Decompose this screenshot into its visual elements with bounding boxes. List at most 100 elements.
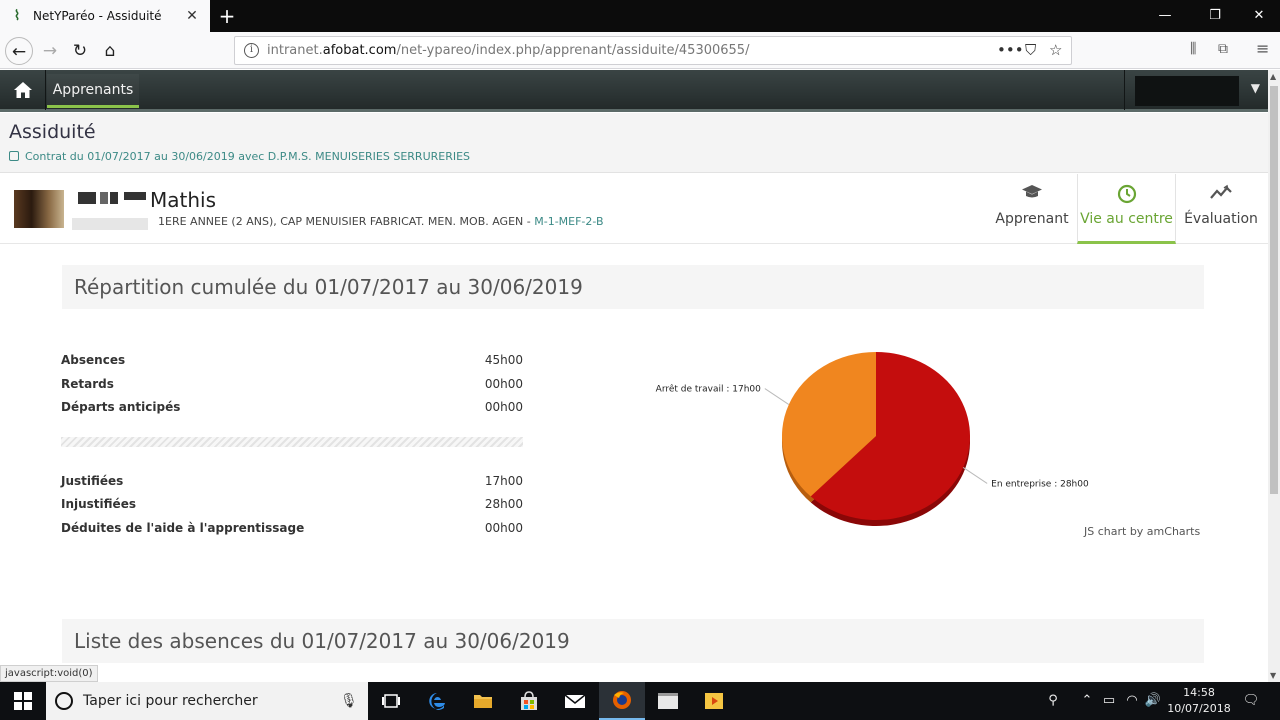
- browser-tab-title: NetYParéo - Assiduité: [33, 9, 162, 23]
- folder-icon: [474, 695, 492, 708]
- media-player-icon: [705, 693, 723, 709]
- synced-tabs-icon[interactable]: ⧉: [1218, 41, 1228, 57]
- forward-button[interactable]: →: [36, 37, 64, 65]
- minimize-window-button[interactable]: —: [1142, 0, 1188, 32]
- task-view-button[interactable]: [368, 682, 414, 720]
- close-tab-icon[interactable]: ✕: [184, 8, 200, 24]
- contract-info[interactable]: Contrat du 01/07/2017 au 30/06/2019 avec…: [9, 150, 470, 163]
- address-url: intranet.afobat.com/net-ypareo/index.php…: [267, 43, 750, 58]
- task-view-icon: [382, 694, 400, 708]
- address-bar[interactable]: i intranet.afobat.com/net-ypareo/index.p…: [234, 36, 1072, 65]
- stat-row-injustifiees: Injustifiées 28h00: [61, 497, 523, 511]
- stat-row-justifiees: Justifiées 17h00: [61, 474, 523, 488]
- graduation-cap-icon: [1022, 185, 1042, 198]
- scrollbar-thumb[interactable]: [1270, 86, 1278, 494]
- student-name: Mathis: [150, 188, 217, 212]
- page-actions-icon[interactable]: •••: [997, 41, 1024, 59]
- media-app-button[interactable]: [691, 682, 737, 720]
- redacted-user-name: [1135, 76, 1239, 106]
- restore-window-button[interactable]: ❐: [1192, 0, 1238, 32]
- taskbar-clock[interactable]: 14:58 10/07/2018: [1160, 685, 1238, 717]
- battery-icon[interactable]: ▭: [1098, 682, 1120, 720]
- bookmark-star-icon[interactable]: ☆: [1049, 41, 1062, 59]
- section-absences-list-title: Liste des absences du 01/07/2017 au 30/0…: [74, 629, 570, 653]
- chart-credit-link[interactable]: JS chart by amCharts: [1084, 525, 1200, 538]
- nav-item-apprenants[interactable]: Apprenants: [47, 74, 139, 108]
- notifications-icon[interactable]: 🗨: [1236, 682, 1266, 720]
- site-favicon-icon: ⌇: [13, 8, 21, 24]
- stat-value: 45h00: [484, 353, 523, 367]
- firefox-app-button[interactable]: [599, 682, 645, 720]
- pocket-icon[interactable]: ⛉: [1025, 41, 1036, 59]
- site-info-icon[interactable]: i: [244, 43, 259, 58]
- reload-button[interactable]: ↻: [66, 37, 94, 65]
- close-window-button[interactable]: ✕: [1236, 0, 1280, 32]
- menu-hamburger-icon[interactable]: ≡: [1256, 39, 1269, 58]
- home-button[interactable]: ⌂: [96, 37, 124, 65]
- redacted-student-name: [72, 188, 148, 232]
- status-bar-url: javascript:void(0): [0, 665, 98, 682]
- firefox-icon: [613, 691, 631, 709]
- browser-tab-strip: ⌇ NetYParéo - Assiduité ✕ + — ❐ ✕: [0, 0, 1280, 32]
- tab-apprenant[interactable]: Apprenant: [988, 174, 1076, 244]
- app-window-icon: [658, 693, 678, 709]
- store-bag-icon: [521, 691, 537, 710]
- tab-vie-au-centre-label: Vie au centre: [1080, 211, 1173, 227]
- hatched-divider: [61, 437, 523, 447]
- scroll-down-arrow-icon[interactable]: ▼: [1270, 671, 1276, 680]
- stat-value: 28h00: [484, 497, 523, 511]
- stat-value: 00h00: [484, 400, 523, 414]
- back-button[interactable]: ←: [5, 37, 33, 65]
- stat-value: 00h00: [484, 521, 523, 535]
- taskbar-search[interactable]: Taper ici pour rechercher 🎙: [46, 682, 368, 720]
- page-title: Assiduité: [9, 121, 96, 143]
- stat-value: 00h00: [484, 377, 523, 391]
- section-repartition-title: Répartition cumulée du 01/07/2017 au 30/…: [74, 275, 583, 299]
- windows-logo-icon: [14, 692, 32, 710]
- stat-value: 17h00: [484, 474, 523, 488]
- library-icon[interactable]: ⫼: [1190, 41, 1196, 57]
- microphone-icon[interactable]: 🎙: [340, 693, 358, 709]
- scroll-up-arrow-icon[interactable]: ▲: [1270, 72, 1276, 81]
- browser-tab[interactable]: ⌇ NetYParéo - Assiduité ✕: [0, 0, 210, 32]
- edge-app-button[interactable]: [414, 682, 460, 720]
- browser-toolbar: ← → ↻ ⌂ i intranet.afobat.com/net-ypareo…: [0, 32, 1280, 69]
- taskbar-search-placeholder: Taper ici pour rechercher: [83, 693, 258, 709]
- pie-slices: [782, 352, 970, 520]
- people-icon[interactable]: ⚲: [1040, 682, 1066, 720]
- store-app-button[interactable]: [506, 682, 552, 720]
- stat-row-retards: Retards 00h00: [61, 377, 523, 391]
- pie-label-line-1: [764, 388, 790, 405]
- trend-chart-icon: [1210, 184, 1232, 199]
- contract-expand-icon: [9, 151, 19, 161]
- mail-app-button[interactable]: [552, 682, 598, 720]
- file-explorer-button[interactable]: [460, 682, 506, 720]
- tab-evaluation[interactable]: Évaluation: [1178, 174, 1264, 244]
- clock-time: 14:58: [1183, 686, 1215, 699]
- contract-text: Contrat du 01/07/2017 au 30/06/2019 avec…: [25, 150, 471, 163]
- new-tab-button[interactable]: +: [214, 3, 240, 29]
- clock-icon: [1117, 184, 1136, 204]
- dropdown-caret-icon: ▼: [1250, 81, 1260, 95]
- start-button[interactable]: [0, 682, 46, 720]
- wifi-icon[interactable]: ◠: [1120, 682, 1144, 720]
- pie-label-0: En entreprise : 28h00: [991, 479, 1089, 489]
- clock-date: 10/07/2018: [1167, 702, 1231, 715]
- class-code-link[interactable]: M-1-MEF-2-B: [534, 215, 603, 228]
- user-menu[interactable]: ▼: [1124, 70, 1268, 110]
- pie-label-1: Arrêt de travail : 17h00: [656, 384, 761, 395]
- tab-vie-au-centre[interactable]: Vie au centre: [1077, 174, 1176, 244]
- edge-icon: [429, 693, 445, 710]
- page-scrollbar[interactable]: ▲ ▼: [1268, 70, 1280, 682]
- home-icon: [13, 82, 32, 98]
- tab-evaluation-label: Évaluation: [1184, 211, 1258, 227]
- mail-icon: [564, 694, 586, 708]
- stat-row-deduites: Déduites de l'aide à l'apprentissage 00h0…: [61, 521, 523, 535]
- absence-pie-chart: En entreprise : 28h00 Arrêt de travail : …: [656, 352, 1089, 526]
- show-hidden-icons-icon[interactable]: ⌃: [1076, 682, 1098, 720]
- section-absences-list-header: Liste des absences du 01/07/2017 au 30/0…: [62, 619, 1204, 663]
- app-home-button[interactable]: [0, 70, 46, 110]
- window-app-button[interactable]: [645, 682, 691, 720]
- tab-apprenant-label: Apprenant: [995, 211, 1069, 227]
- stat-row-departs-anticipes: Départs anticipés 00h00: [61, 400, 523, 414]
